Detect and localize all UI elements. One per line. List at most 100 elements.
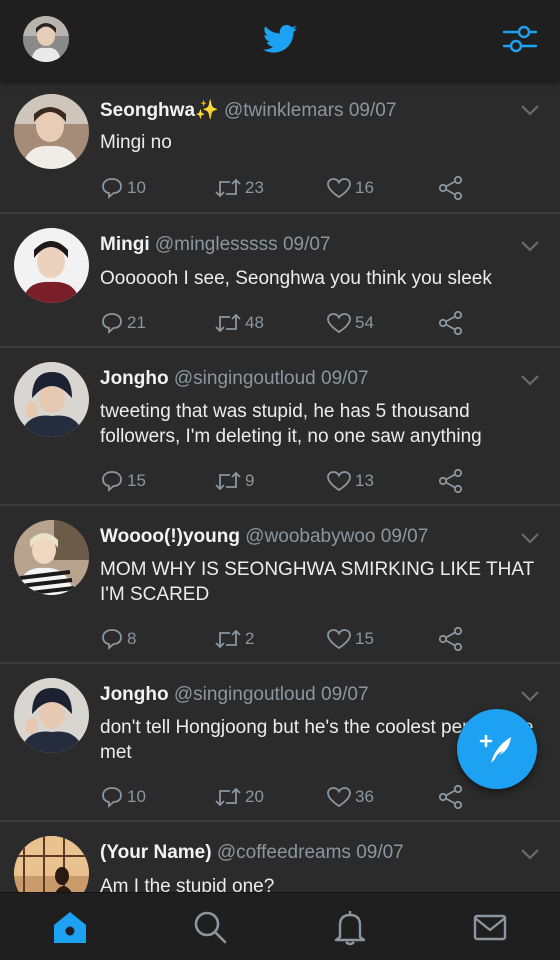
display-name[interactable]: Seonghwa — [100, 100, 195, 121]
mail-icon[interactable] — [470, 907, 510, 947]
chevron-down-icon[interactable] — [520, 240, 540, 252]
share-icon — [438, 468, 463, 494]
tweet-header: (Your Name) @coffeedreams 09/07 — [100, 842, 404, 864]
user-avatar[interactable] — [14, 228, 89, 303]
retweet-icon — [215, 471, 241, 491]
compose-tweet-button[interactable] — [457, 709, 537, 789]
search-icon[interactable] — [190, 907, 230, 947]
retweet-button[interactable]: 20 — [214, 784, 264, 810]
retweet-button[interactable]: 48 — [214, 310, 264, 336]
top-bar — [0, 0, 560, 80]
reply-count: 10 — [127, 787, 146, 806]
compose-feather-icon — [479, 734, 511, 763]
tweet-date: 09/07 — [321, 368, 369, 389]
tweet-actions: 15 9 13 — [100, 468, 470, 494]
share-button[interactable] — [438, 626, 467, 652]
home-icon[interactable] — [50, 907, 90, 947]
user-handle: @singingoutloud — [173, 368, 316, 389]
heart-icon — [327, 471, 351, 492]
like-count: 54 — [355, 313, 374, 332]
reply-count: 21 — [127, 313, 146, 332]
retweet-icon — [215, 313, 241, 333]
like-count: 15 — [355, 629, 374, 648]
tweet-text: MOM WHY IS SEONGHWA SMIRKING LIKE THAT I… — [100, 559, 534, 605]
chevron-down-icon[interactable] — [520, 532, 540, 544]
retweet-count: 23 — [245, 178, 264, 197]
chevron-down-icon[interactable] — [520, 848, 540, 860]
share-icon — [438, 626, 463, 652]
user-avatar[interactable] — [14, 520, 89, 595]
twitter-bird-icon[interactable] — [263, 24, 297, 54]
chevron-down-icon[interactable] — [520, 690, 540, 702]
display-name[interactable]: Mingi — [100, 234, 150, 255]
share-icon — [438, 310, 463, 336]
display-name[interactable]: Jongho — [100, 684, 169, 705]
tweet[interactable]: Seonghwa✨ @twinklemars 09/07 Mingi no 10… — [0, 80, 560, 214]
like-button[interactable]: 16 — [326, 175, 374, 201]
reply-button[interactable]: 10 — [100, 175, 146, 201]
share-button[interactable] — [438, 175, 467, 201]
user-avatar[interactable] — [14, 94, 89, 169]
bottom-nav — [0, 892, 560, 960]
user-handle: @woobabywoo — [245, 526, 376, 547]
tweet-actions: 10 23 16 — [100, 175, 470, 201]
user-avatar[interactable] — [14, 678, 89, 753]
tweet-actions: 21 48 54 — [100, 310, 470, 336]
user-avatar[interactable] — [14, 836, 89, 892]
reply-count: 15 — [127, 471, 146, 490]
display-name[interactable]: Jongho — [100, 368, 169, 389]
bell-icon[interactable] — [330, 907, 370, 947]
reply-button[interactable]: 10 — [100, 784, 146, 810]
tweet[interactable]: Mingi @minglesssss 09/07 Ooooooh I see, … — [0, 214, 560, 348]
share-icon — [438, 175, 463, 201]
like-button[interactable]: 15 — [326, 626, 374, 652]
tweet-text: Am I the stupid one? — [100, 876, 275, 892]
user-handle: @singingoutloud — [173, 684, 316, 705]
tweet-header: Jongho @singingoutloud 09/07 — [100, 684, 369, 706]
tweet-actions: 8 2 15 — [100, 626, 470, 652]
tweet-header: Jongho @singingoutloud 09/07 — [100, 368, 369, 390]
tweet-text: tweeting that was stupid, he has 5 thous… — [100, 401, 482, 447]
user-handle: @coffeedreams — [216, 842, 351, 863]
like-button[interactable]: 54 — [326, 310, 374, 336]
profile-avatar[interactable] — [23, 16, 69, 62]
share-button[interactable] — [438, 784, 467, 810]
retweet-count: 20 — [245, 787, 264, 806]
share-button[interactable] — [438, 310, 467, 336]
like-button[interactable]: 36 — [326, 784, 374, 810]
retweet-icon — [215, 787, 241, 807]
display-name[interactable]: (Your Name) — [100, 842, 212, 863]
share-button[interactable] — [438, 468, 467, 494]
reply-icon — [102, 787, 122, 809]
tweet[interactable]: Jongho @singingoutloud 09/07 tweeting th… — [0, 348, 560, 506]
display-name[interactable]: Woooo(!)young — [100, 526, 240, 547]
tweet[interactable]: Woooo(!)young @woobabywoo 09/07 MOM WHY … — [0, 506, 560, 664]
user-handle: @minglesssss — [154, 234, 278, 255]
heart-icon — [327, 629, 351, 650]
user-avatar[interactable] — [14, 362, 89, 437]
retweet-button[interactable]: 2 — [214, 626, 254, 652]
retweet-button[interactable]: 23 — [214, 175, 264, 201]
retweet-button[interactable]: 9 — [214, 468, 254, 494]
reply-icon — [102, 313, 122, 335]
reply-button[interactable]: 21 — [100, 310, 146, 336]
heart-icon — [327, 787, 351, 808]
like-button[interactable]: 13 — [326, 468, 374, 494]
share-icon — [438, 784, 463, 810]
reply-icon — [102, 471, 122, 493]
tweet[interactable]: (Your Name) @coffeedreams 09/07 Am I the… — [0, 822, 560, 892]
reply-icon — [102, 178, 122, 200]
like-count: 36 — [355, 787, 374, 806]
sparkles-badge: ✨ — [195, 100, 219, 121]
reply-button[interactable]: 8 — [100, 626, 136, 652]
tweet-date: 09/07 — [356, 842, 404, 863]
tweet-text: Ooooooh I see, Seonghwa you think you sl… — [100, 268, 492, 289]
chevron-down-icon[interactable] — [520, 104, 540, 116]
sliders-icon[interactable] — [502, 22, 538, 56]
reply-button[interactable]: 15 — [100, 468, 146, 494]
reply-count: 8 — [127, 629, 137, 648]
tweet-date: 09/07 — [282, 234, 331, 255]
tweet-date: 09/07 — [348, 100, 397, 121]
heart-icon — [327, 178, 351, 199]
chevron-down-icon[interactable] — [520, 374, 540, 386]
